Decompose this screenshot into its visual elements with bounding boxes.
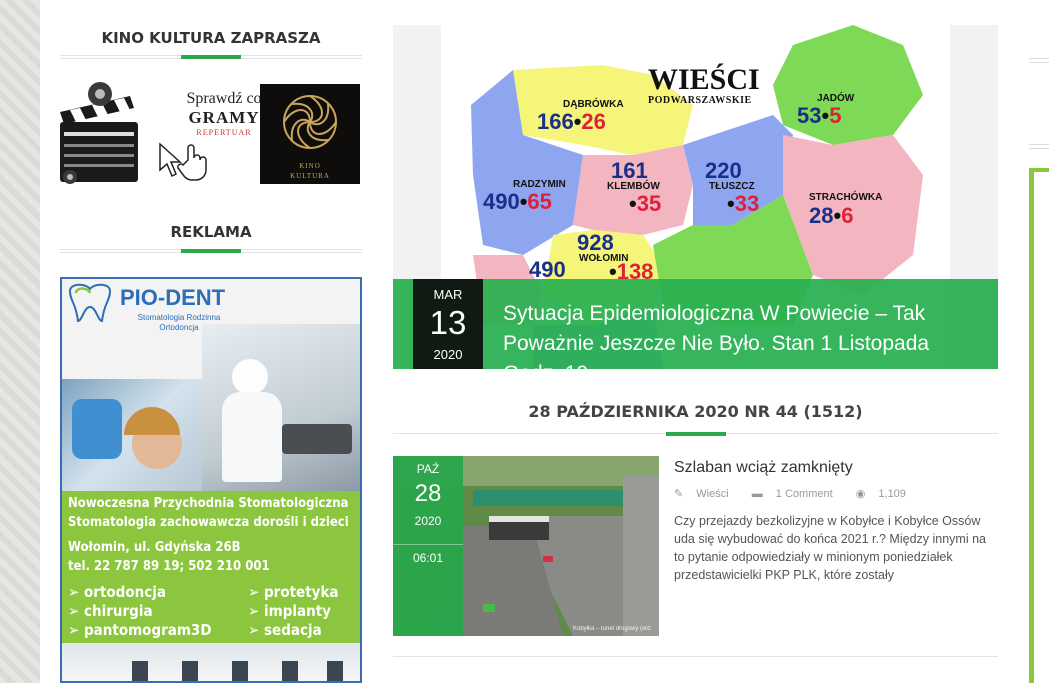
post-comments[interactable]: ▬ 1 Comment: [752, 488, 843, 500]
cinema-widget-title: KINO KULTURA ZAPRASZA: [101, 29, 321, 47]
post-title-link[interactable]: Szlaban wciąż zamknięty: [674, 459, 853, 477]
slider-date-box: MAR 13 2020: [413, 279, 483, 369]
ad-service-item: ➢ sedacja: [248, 621, 322, 639]
ad-brand: PIO-DENT: [120, 285, 226, 310]
ad-service-item: ➢ pantomogram3D: [68, 621, 212, 639]
ad-phone: tel. 22 787 89 19; 502 210 001: [68, 559, 270, 574]
section-title-accent: [666, 432, 726, 436]
post-excerpt: Czy przejazdy bezkolizyjne w Kobyłce i K…: [674, 514, 986, 582]
kino-kultura-logo: KINO KULTURA: [260, 84, 360, 184]
cinema-repertoire-banner[interactable]: Sprawdź co GRAMY REPERTUAR KINO KULTURA: [60, 82, 362, 187]
slider-date-month: MAR: [433, 287, 463, 302]
ads-title-accent: [181, 249, 241, 253]
comment-icon: ▬: [751, 488, 763, 500]
map-brand-sub: PODWARSZAWSKIE: [648, 95, 752, 106]
map-region-values: 166•26: [537, 109, 606, 134]
content-wrapper: KINO KULTURA ZAPRASZA Sprawdź co GRAMY R…: [40, 0, 1003, 683]
slider-date-day: 13: [429, 304, 467, 341]
piodent-advertisement[interactable]: PIO-DENT Stomatologia Rodzinna Ortodoncj…: [60, 277, 362, 683]
post-date-divider: [393, 544, 463, 545]
map-region-values: •33: [727, 191, 760, 216]
pencil-icon: ✎: [674, 488, 684, 500]
newspaper-cover-page: [1034, 172, 1049, 683]
kino-logo-line2: KULTURA: [290, 172, 330, 180]
post-thumbnail[interactable]: PAŹ 28 2020 06:01 Kobyłka – tunel drogow…: [393, 456, 659, 636]
eye-icon: ◉: [855, 488, 866, 500]
post-date-time: 06:01: [412, 551, 444, 565]
ad-service-item: ➢ ortodoncja: [68, 583, 166, 601]
post-divider: [393, 656, 998, 657]
post-meta: ✎ Wieści ▬ 1 Comment ◉ 1,109: [674, 487, 926, 500]
map-region-values: 28•6: [809, 203, 854, 228]
ad-address: Wołomin, ul. Gdyńska 26B: [68, 540, 241, 555]
issue-section-title: 28 PAŹDZIERNIKA 2020 NR 44 (1512): [528, 402, 863, 421]
tooth-logo-icon: [68, 283, 112, 323]
ad-headline2: Stomatologia zachowawcza dorośli i dziec…: [68, 515, 349, 530]
ad-building-photo: [62, 643, 360, 681]
post-date-box: PAŹ 28 2020 06:01: [393, 456, 463, 636]
featured-slider[interactable]: WIEŚCI PODWARSZAWSKIE DĄBRÓWKA 166•26 JA…: [393, 25, 998, 369]
ad-photo-patient: [62, 379, 202, 494]
ads-widget-title: REKLAMA: [170, 223, 252, 241]
ad-service-item: ➢ chirurgia: [68, 602, 153, 620]
ad-photo-dentist: [202, 324, 360, 494]
ad-brand-sub1: Stomatologia Rodzinna: [137, 313, 221, 322]
post-image-caption: Kobyłka – tunel drogowy (wiz: [573, 626, 651, 632]
post-date-year: 2020: [414, 514, 442, 528]
post-author[interactable]: ✎ Wieści: [674, 488, 739, 500]
map-region-values: 53•5: [797, 103, 842, 128]
post-views: ◉ 1,109: [855, 488, 906, 500]
page-background-left: [0, 0, 40, 683]
ad-headline1: Nowoczesna Przychodnia Stomatologiczna: [68, 496, 349, 511]
ad-service-item: ➢ protetyka: [248, 583, 339, 601]
post-date-day: 28: [414, 480, 442, 507]
slider-article-title[interactable]: Sytuacja Epidemiologiczna W Powiecie – T…: [503, 299, 973, 369]
kino-spiral-icon: [283, 95, 337, 149]
cursor-icon: [159, 142, 207, 181]
kino-logo-line1: KINO: [299, 162, 321, 170]
cinema-title-accent: [181, 55, 241, 59]
ad-info-panel: Nowoczesna Przychodnia Stomatologiczna S…: [62, 491, 360, 643]
map-region-values: 490•65: [483, 189, 552, 214]
map-region-label: STRACHÓWKA: [809, 192, 883, 203]
ad-service-item: ➢ implanty: [248, 602, 331, 620]
clapperboard-icon: [60, 82, 138, 184]
slider-date-year: 2020: [433, 347, 463, 362]
map-region-values: •35: [629, 191, 662, 216]
map-brand: WIEŚCI: [648, 63, 760, 96]
post-date-month: PAŹ: [416, 462, 440, 476]
ad-top-area: PIO-DENT Stomatologia Rodzinna Ortodoncj…: [62, 279, 360, 494]
